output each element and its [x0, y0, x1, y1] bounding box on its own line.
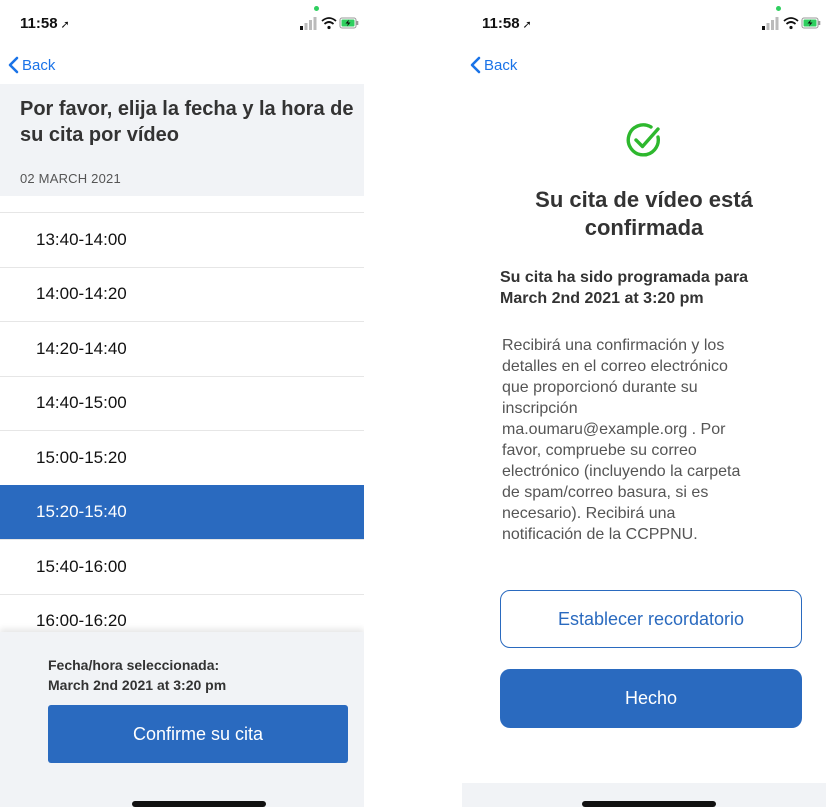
time-selection-screen: 11:58 ➚ Back Por favor, elija la fecha y …: [0, 0, 364, 807]
page-title: Por favor, elija la fecha y la hora de s…: [20, 98, 354, 146]
message-line: detalles en el correo electrónico: [502, 358, 728, 375]
home-indicator[interactable]: [582, 801, 716, 807]
location-arrow-icon: ➚: [60, 19, 70, 31]
confirm-appointment-button[interactable]: Confirme su cita: [48, 705, 348, 763]
date-header: 02 MARCH 2021: [20, 171, 121, 186]
status-icons: [300, 17, 359, 30]
time-slot[interactable]: 14:40-15:00: [0, 375, 364, 431]
message-line: de spam/correo basura, si es: [502, 484, 709, 501]
signal-icon: [762, 17, 779, 30]
time-slot[interactable]: 13:40-14:00: [0, 212, 364, 267]
confirmation-title: Su cita de vídeo está confirmada: [462, 186, 826, 242]
chevron-left-icon: [8, 56, 19, 74]
confirmation-title-line1: Su cita de vídeo está: [535, 187, 753, 212]
message-line: necesario). Recibirá una: [502, 505, 676, 522]
selected-datetime-value: March 2nd 2021 at 3:20 pm: [48, 677, 227, 693]
message-line: que proporcionó durante su: [502, 379, 698, 396]
time-slot[interactable]: 14:00-14:20: [0, 266, 364, 322]
time-slot[interactable]: 15:00-15:20: [0, 430, 364, 485]
confirmation-message: Recibirá una confirmación y los detalles…: [502, 335, 808, 545]
message-line: electrónico (incluyendo la carpeta: [502, 463, 741, 480]
battery-icon: [801, 17, 821, 29]
camera-indicator-icon: [314, 6, 319, 11]
status-time: 11:58 ➚: [20, 15, 70, 32]
confirmation-title-line2: confirmada: [584, 215, 704, 240]
message-line: Recibirá una confirmación y los: [502, 337, 725, 354]
scheduled-label: Su cita ha sido programada para: [500, 269, 749, 286]
scheduled-value: March 2nd 2021 at 3:20 pm: [500, 290, 704, 307]
confirmation-screen: 11:58 ➚ Back Su cita de vídeo está confir…: [462, 0, 826, 807]
time-slot[interactable]: 14:20-14:40: [0, 321, 364, 376]
wifi-icon: [783, 17, 799, 25]
back-label: Back: [484, 56, 518, 74]
chevron-left-icon: [470, 56, 481, 74]
set-reminder-button[interactable]: Establecer recordatorio: [500, 590, 802, 648]
time-slot[interactable]: 15:40-16:00: [0, 539, 364, 594]
time-slot-selected[interactable]: 15:20-15:40: [0, 484, 364, 539]
home-indicator[interactable]: [132, 801, 266, 807]
done-button[interactable]: Hecho: [500, 669, 802, 728]
check-circle-icon: [626, 123, 660, 157]
time-slot-list: 13:40-14:00 14:00-14:20 14:20-14:40 14:4…: [0, 212, 364, 648]
message-line: notificación de la CCPPNU.: [502, 526, 698, 543]
wifi-icon: [321, 17, 337, 25]
message-line: inscripción: [502, 400, 578, 417]
battery-icon: [339, 17, 359, 29]
status-bar: 11:58 ➚: [462, 0, 826, 44]
location-arrow-icon: ➚: [522, 19, 532, 31]
status-time: 11:58 ➚: [482, 15, 532, 32]
back-button[interactable]: Back: [8, 56, 55, 74]
status-icons: [762, 17, 821, 30]
signal-icon: [300, 17, 317, 30]
message-line: favor, compruebe su correo: [502, 442, 697, 459]
selected-datetime-label: Fecha/hora seleccionada:: [48, 657, 220, 673]
back-label: Back: [22, 56, 56, 74]
camera-indicator-icon: [776, 6, 781, 11]
status-bar: 11:58 ➚: [0, 0, 364, 44]
message-line: ma.oumaru@example.org . Por: [502, 421, 726, 438]
back-button[interactable]: Back: [470, 56, 517, 74]
